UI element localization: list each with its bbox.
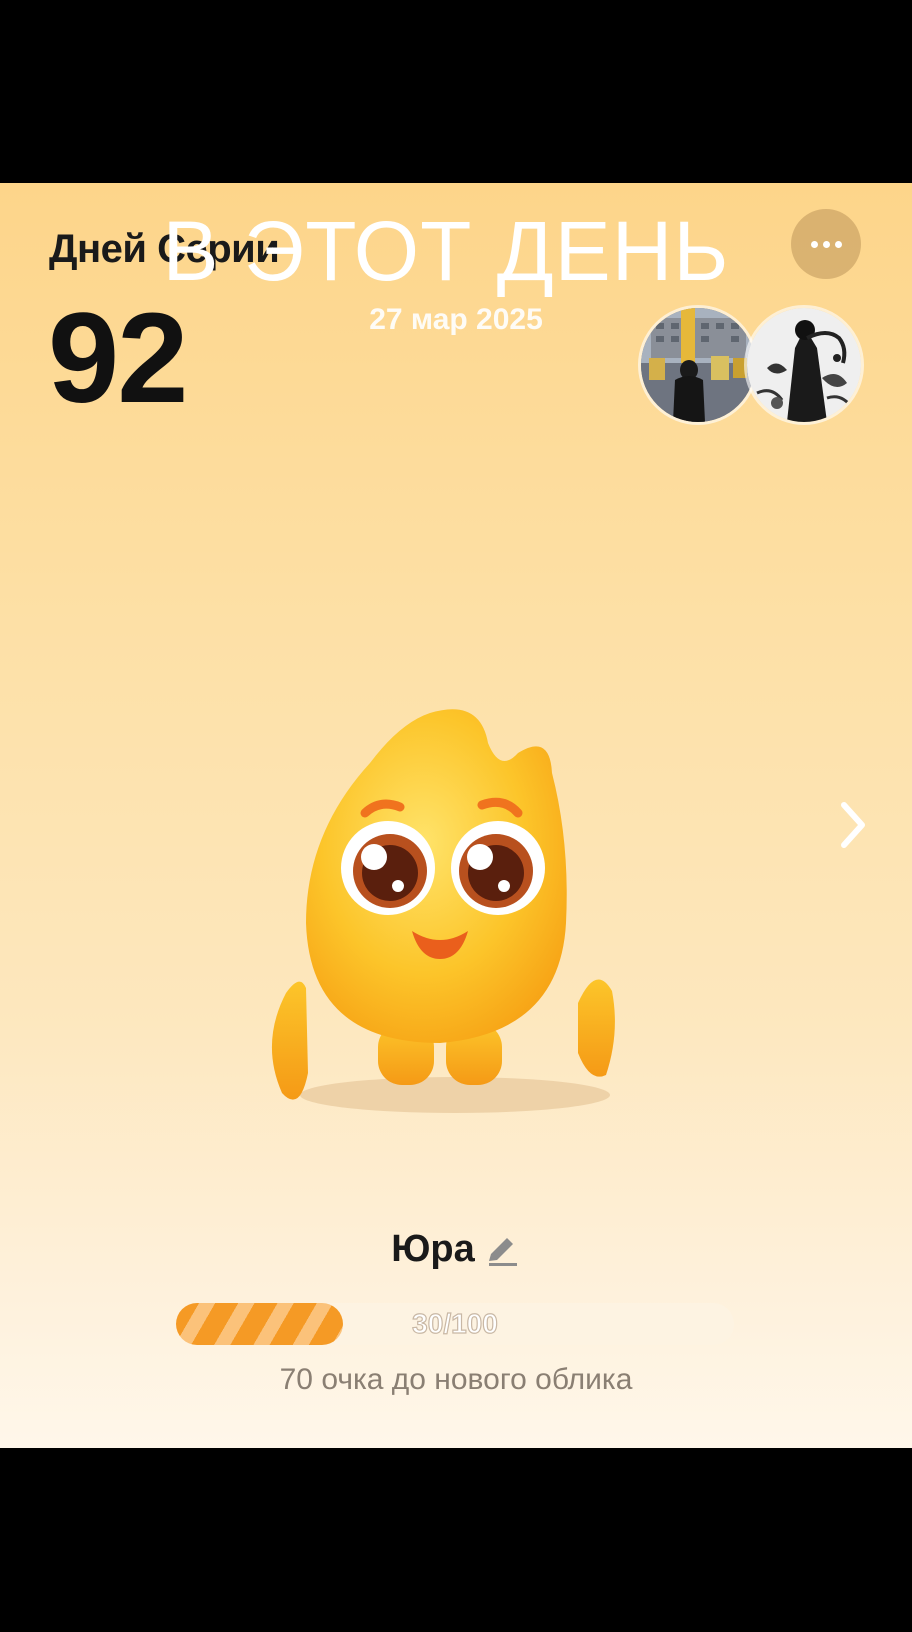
progress-text: 30/100 <box>412 1307 499 1339</box>
more-dot <box>822 240 830 248</box>
more-horizontal-icon <box>810 240 818 248</box>
more-options-button[interactable] <box>791 209 861 279</box>
progress-bar: 30/100 <box>176 1303 734 1345</box>
avatar-photo-2 <box>747 308 861 422</box>
streak-screen: Дней Серии 92 В ЭТОТ ДЕНЬ 27 мар 2025 Юр… <box>0 183 912 1448</box>
overlay-title: В ЭТОТ ДЕНЬ <box>162 204 730 298</box>
friend-avatar-1[interactable] <box>638 305 758 425</box>
friend-avatar-2[interactable] <box>744 305 864 425</box>
chevron-right-icon[interactable] <box>834 795 874 855</box>
progress-hint: 70 очка до нового облика <box>279 1363 633 1396</box>
more-dot <box>834 240 842 248</box>
pencil-icon[interactable] <box>483 1231 521 1269</box>
avatar-photo-1 <box>641 308 755 422</box>
mascot-flame <box>271 709 615 1113</box>
pet-name: Юра <box>391 1228 475 1270</box>
pet-name-row[interactable]: Юра <box>0 1228 912 1271</box>
